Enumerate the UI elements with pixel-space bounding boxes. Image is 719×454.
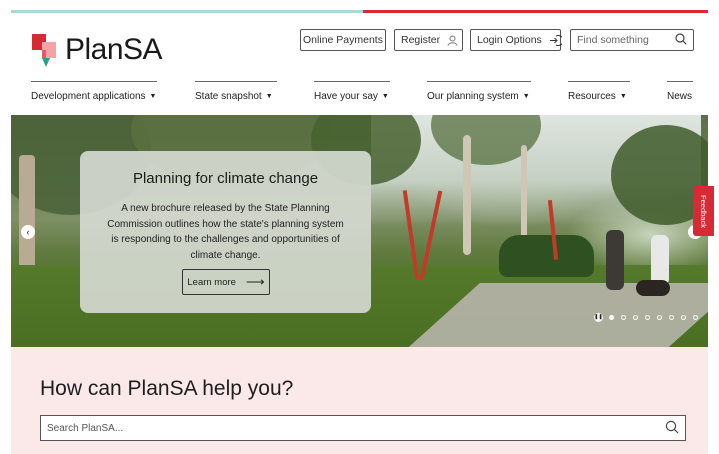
site-search-placeholder: Search PlanSA...	[47, 422, 124, 434]
carousel-indicators: ❚❚	[594, 312, 705, 322]
nav-development-applications[interactable]: Development applications ▼	[31, 81, 157, 102]
site-search-field[interactable]: Search PlanSA...	[40, 415, 686, 441]
register-button[interactable]: Register	[394, 29, 463, 51]
nav-label: State snapshot	[195, 91, 262, 102]
caret-down-icon: ▼	[522, 93, 530, 100]
nav-label: Our planning system	[427, 91, 519, 102]
header-search-placeholder: Find something	[577, 34, 649, 46]
main-navigation: Development applications ▼ State snapshot…	[0, 81, 719, 107]
nav-label: Development applications	[31, 91, 146, 102]
hero-hedge	[499, 235, 594, 277]
feedback-tab[interactable]: Feedback	[693, 186, 714, 236]
feedback-label: Feedback	[699, 194, 708, 228]
caret-down-icon: ▼	[265, 93, 273, 100]
logo-mark-icon	[31, 32, 57, 68]
register-label: Register	[401, 34, 441, 46]
top-accent-bar	[11, 10, 708, 13]
nav-state-snapshot[interactable]: State snapshot ▼	[195, 81, 277, 102]
hero-promo-card: Planning for climate change A new brochu…	[80, 151, 371, 313]
help-heading: How can PlanSA help you?	[40, 377, 294, 400]
header-search-field[interactable]: Find something	[570, 29, 694, 51]
caret-down-icon: ▼	[149, 93, 157, 100]
nav-resources[interactable]: Resources ▼	[568, 81, 630, 102]
carousel-prev-button[interactable]: ‹	[21, 225, 35, 239]
search-icon[interactable]	[675, 32, 687, 48]
hero-person	[651, 235, 669, 285]
hero-title: Planning for climate change	[132, 170, 319, 187]
carousel-dot[interactable]	[657, 314, 662, 320]
caret-down-icon: ▼	[619, 93, 627, 100]
carousel-dot[interactable]	[621, 314, 626, 320]
learn-more-label: Learn more	[187, 276, 236, 288]
login-arrow-icon	[549, 34, 562, 46]
carousel-dot[interactable]	[681, 314, 686, 320]
help-section: How can PlanSA help you? Search PlanSA..…	[11, 347, 708, 454]
hero-person	[606, 230, 624, 290]
accent-bar-teal	[11, 10, 363, 13]
carousel-dot[interactable]	[645, 314, 650, 320]
nav-news[interactable]: News	[667, 81, 693, 102]
carousel-dot[interactable]	[633, 314, 638, 320]
nav-label: Resources	[568, 91, 616, 102]
accent-bar-red	[363, 10, 708, 13]
carousel-dot[interactable]	[609, 314, 614, 320]
arrow-right-icon: ⟶	[245, 274, 265, 289]
chevron-left-icon: ‹	[26, 227, 30, 237]
nav-label: Have your say	[314, 91, 378, 102]
plansa-logo[interactable]: PlanSA	[31, 30, 163, 70]
search-icon[interactable]	[665, 420, 679, 437]
user-icon	[447, 35, 458, 46]
brand-name: PlanSA	[65, 33, 163, 66]
hero-tree-trunk	[463, 135, 471, 255]
hero-body-text: A new brochure released by the State Pla…	[107, 203, 344, 261]
carousel-dot[interactable]	[669, 314, 674, 320]
hero-dog	[636, 280, 670, 296]
nav-have-your-say[interactable]: Have your say ▼	[314, 81, 390, 102]
online-payments-label: Online Payments	[303, 34, 383, 46]
login-options-button[interactable]: Login Options	[470, 29, 562, 51]
nav-our-planning-system[interactable]: Our planning system ▼	[427, 81, 531, 102]
pause-icon[interactable]: ❚❚	[594, 312, 603, 322]
nav-label: News	[667, 91, 693, 102]
caret-down-icon: ▼	[381, 93, 389, 100]
login-options-label: Login Options	[477, 34, 542, 46]
learn-more-button[interactable]: Learn more ⟶	[182, 269, 270, 295]
online-payments-button[interactable]: Online Payments	[300, 29, 386, 51]
hero-tree-trunk	[521, 145, 527, 245]
carousel-dot[interactable]	[693, 314, 698, 320]
